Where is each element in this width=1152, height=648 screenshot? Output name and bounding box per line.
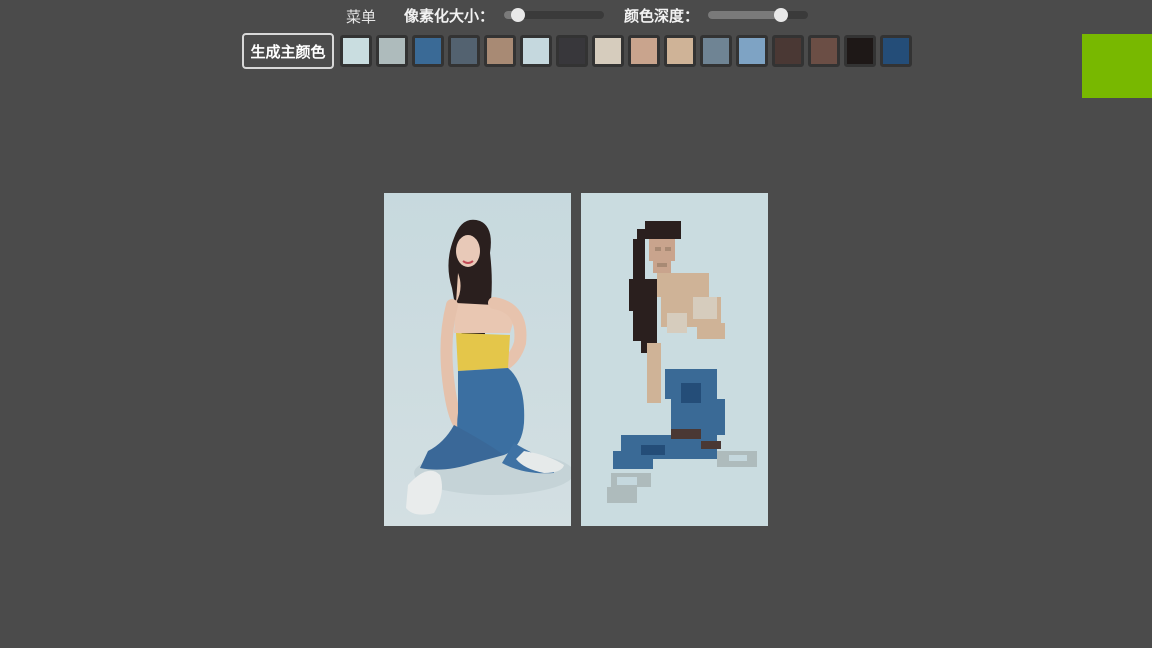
pixel-size-label: 像素化大小： [404,7,495,25]
color-swatch[interactable] [520,35,552,67]
color-swatch[interactable] [592,35,624,67]
color-depth-slider-thumb[interactable] [774,8,788,22]
color-swatch[interactable] [880,35,912,67]
color-swatch[interactable] [808,35,840,67]
color-swatch[interactable] [340,35,372,67]
color-swatch[interactable] [700,35,732,67]
original-photo-image [384,193,571,526]
toolbar: 菜单 像素化大小： 颜色深度： [0,0,1152,32]
palette-row: 生成主颜色 [242,33,912,69]
accent-color-box[interactable] [1082,34,1152,98]
menu-button[interactable]: 菜单 [346,6,376,27]
color-swatch[interactable] [772,35,804,67]
color-depth-label: 颜色深度： [624,7,700,25]
pixelated-photo [581,193,768,526]
pixel-size-slider[interactable] [504,8,604,22]
pixel-size-slider-thumb[interactable] [511,8,525,22]
generate-main-colors-button[interactable]: 生成主颜色 [242,33,334,69]
color-depth-slider-fill [708,11,781,19]
color-swatch[interactable] [664,35,696,67]
pixelated-photo-image [581,193,768,526]
color-swatch-list [336,35,912,67]
color-swatch[interactable] [376,35,408,67]
original-photo [384,193,571,526]
color-swatch[interactable] [448,35,480,67]
color-swatch[interactable] [556,35,588,67]
color-swatch[interactable] [844,35,876,67]
color-swatch[interactable] [628,35,660,67]
color-swatch[interactable] [412,35,444,67]
color-depth-slider[interactable] [708,8,808,22]
color-swatch[interactable] [736,35,768,67]
color-swatch[interactable] [484,35,516,67]
